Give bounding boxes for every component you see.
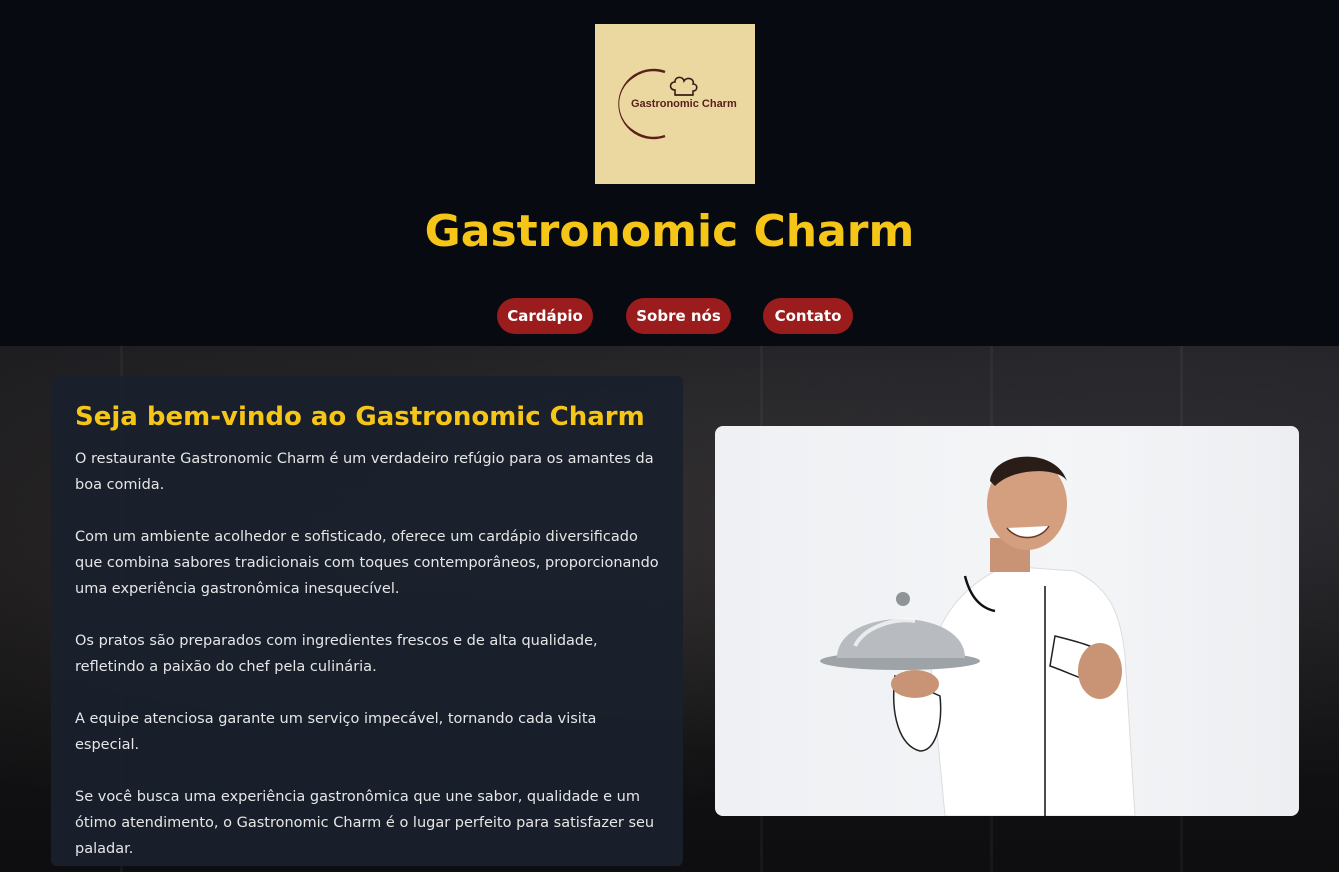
- main-nav: Cardápio Sobre nós Contato: [0, 298, 1339, 334]
- welcome-title: Seja bem-vindo ao Gastronomic Charm: [75, 402, 645, 432]
- site-title: Gastronomic Charm: [424, 206, 915, 257]
- welcome-paragraph: A equipe atenciosa garante um serviço im…: [75, 711, 597, 753]
- welcome-paragraph: O restaurante Gastronomic Charm é um ver…: [75, 451, 654, 493]
- hero-section: Seja bem-vindo ao Gastronomic Charm O re…: [0, 346, 1339, 872]
- chef-photo: [715, 426, 1299, 816]
- welcome-paragraph: Se você busca uma experiência gastronômi…: [75, 789, 655, 857]
- welcome-paragraph: Os pratos são preparados com ingrediente…: [75, 633, 598, 675]
- nav-sobre-nos-button[interactable]: Sobre nós: [626, 298, 731, 334]
- logo[interactable]: Gastronomic Charm: [595, 24, 755, 184]
- welcome-paragraph: Com um ambiente acolhedor e sofisticado,…: [75, 529, 659, 597]
- welcome-card: Seja bem-vindo ao Gastronomic Charm O re…: [51, 376, 683, 866]
- logo-text: Gastronomic Charm: [631, 98, 737, 110]
- site-header: Gastronomic Charm Gastronomic Charm Card…: [0, 0, 1339, 346]
- nav-contato-button[interactable]: Contato: [763, 298, 853, 334]
- chef-illustration: [820, 456, 1136, 816]
- nav-cardapio-button[interactable]: Cardápio: [497, 298, 593, 334]
